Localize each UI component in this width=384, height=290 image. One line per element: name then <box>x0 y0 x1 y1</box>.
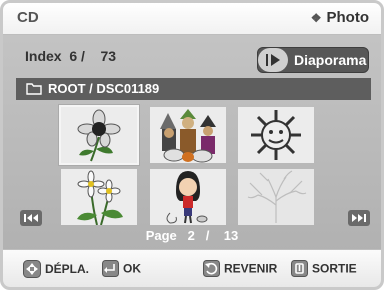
enter-icon <box>102 260 119 277</box>
page-current: 2 <box>187 228 195 243</box>
photo-browser-screen: CD ❖ Photo Index 6 / 73 Diaporama ROOT / … <box>0 0 384 290</box>
ok-label: OK <box>123 261 141 276</box>
index-total: 73 <box>100 48 117 64</box>
source-label: CD <box>17 9 39 26</box>
index-separator: / <box>81 48 85 64</box>
thumbnail-flower[interactable] <box>59 105 139 165</box>
thumbnail-tree[interactable] <box>238 169 314 225</box>
previous-page-icon[interactable] <box>20 210 42 226</box>
index-label: Index <box>25 48 62 64</box>
mode-label: ❖ Photo <box>311 9 369 26</box>
slideshow-button[interactable]: Diaporama <box>257 47 369 73</box>
exit-hint[interactable]: SORTIE <box>291 260 357 278</box>
page-label: Page <box>145 228 177 243</box>
thumbnail-sun[interactable] <box>238 107 314 163</box>
exit-icon <box>291 260 308 277</box>
page-separator: / <box>205 228 210 243</box>
move-label: DÉPLA. <box>45 262 90 277</box>
thumbnail-girl[interactable] <box>150 169 226 225</box>
top-bar: CD ❖ Photo <box>3 3 381 35</box>
mode-text: Photo <box>326 9 370 26</box>
folder-path-bar: ROOT / DSC01189 <box>16 78 371 100</box>
return-label: REVENIR <box>224 261 278 276</box>
slideshow-label: Diaporama <box>294 52 367 68</box>
ok-hint[interactable]: OK <box>102 260 141 278</box>
play-pause-icon <box>258 48 288 72</box>
index-counter: Index 6 / 73 <box>25 48 116 64</box>
folder-icon <box>26 83 42 95</box>
index-current: 6 <box>69 48 78 64</box>
exit-label: SORTIE <box>312 261 357 276</box>
page-indicator: Page 2 / 13 <box>3 228 381 243</box>
thumbnail-halloween[interactable] <box>150 107 226 163</box>
diamond-icon: ❖ <box>310 11 322 25</box>
return-icon <box>203 260 220 277</box>
bottom-bar: DÉPLA. OK REVENIR SORTIE <box>3 249 381 287</box>
page-total: 13 <box>223 228 239 243</box>
next-page-icon[interactable] <box>348 210 370 226</box>
folder-path: ROOT / DSC01189 <box>48 81 160 96</box>
move-hint[interactable]: DÉPLA. <box>23 260 90 279</box>
dpad-icon <box>23 260 41 278</box>
return-hint[interactable]: REVENIR <box>203 260 278 278</box>
thumbnail-daisies[interactable] <box>61 169 137 225</box>
